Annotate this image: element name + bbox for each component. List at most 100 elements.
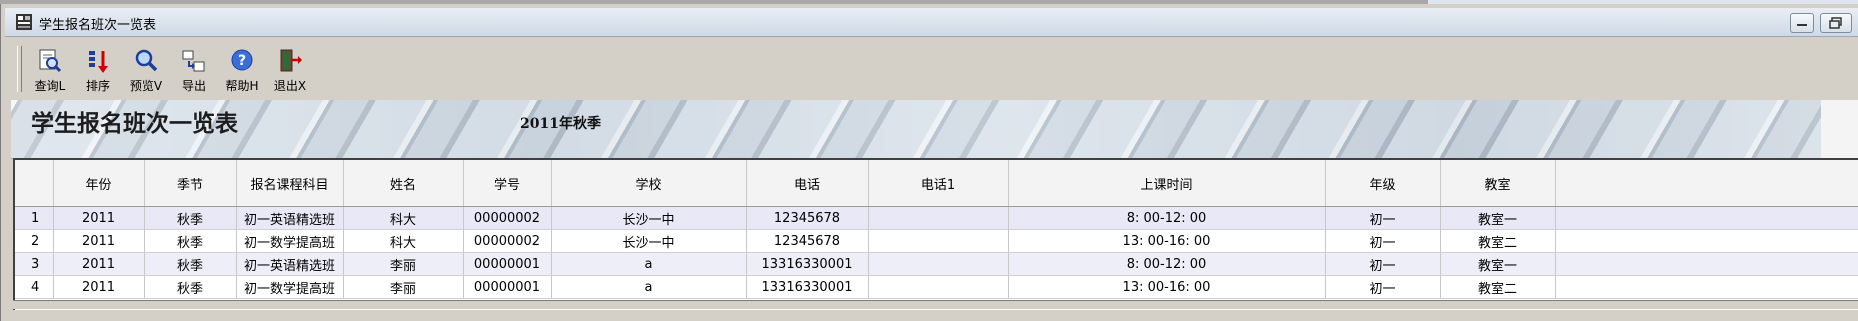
column-header-season[interactable]: 季节: [144, 160, 237, 207]
cell-year[interactable]: 2011: [53, 252, 145, 276]
cell-classroom[interactable]: 教室一: [1440, 252, 1556, 276]
exit-button[interactable]: 退出X: [265, 46, 315, 94]
cell-classroom[interactable]: 教室二: [1440, 229, 1556, 253]
table-row[interactable]: 3 2011 秋季 初一英语精选班 李丽 00000001 a 13316330…: [15, 252, 1858, 276]
cell-season[interactable]: 秋季: [144, 206, 237, 230]
cell-course[interactable]: 初一英语精选班: [236, 252, 344, 276]
cell-class-time[interactable]: 13: 00-16: 00: [1008, 229, 1326, 253]
cell-season[interactable]: 秋季: [144, 275, 237, 299]
cell-season[interactable]: 秋季: [144, 229, 237, 253]
cell-name[interactable]: 李丽: [343, 252, 464, 276]
cell-student-id[interactable]: 00000002: [463, 229, 552, 253]
cell-phone[interactable]: 13316330001: [746, 275, 869, 299]
cell-classroom[interactable]: 教室二: [1440, 275, 1556, 299]
column-header-school[interactable]: 学校: [551, 160, 747, 207]
column-header-student-id[interactable]: 学号: [463, 160, 552, 207]
export-icon: [182, 50, 205, 72]
column-header-course[interactable]: 报名课程科目: [236, 160, 344, 207]
cell-phone1[interactable]: [868, 275, 1009, 299]
title-bar: 学生报名班次一览表: [5, 8, 1858, 37]
cell-student-id[interactable]: 00000001: [463, 252, 552, 276]
cell-rownum: 1: [15, 206, 54, 230]
sort-label: 排序: [85, 79, 110, 93]
cell-student-id[interactable]: 00000001: [463, 275, 552, 299]
cell-extra[interactable]: [1555, 252, 1858, 276]
svg-text:?: ?: [238, 53, 246, 69]
minimize-button[interactable]: [1790, 13, 1814, 33]
cell-course[interactable]: 初一英语精选班: [236, 206, 344, 230]
cell-phone1[interactable]: [868, 206, 1009, 230]
sort-icon: [89, 51, 108, 73]
table-row[interactable]: 1 2011 秋季 初一英语精选班 科大 00000002 长沙一中 12345…: [15, 206, 1858, 230]
cell-extra[interactable]: [1555, 206, 1858, 230]
cell-extra[interactable]: [1555, 229, 1858, 253]
window-title: 学生报名班次一览表: [39, 18, 157, 33]
app-icon: [16, 14, 32, 30]
query-label: 查询L: [34, 79, 66, 93]
cell-class-time[interactable]: 13: 00-16: 00: [1008, 275, 1326, 299]
column-header-extra[interactable]: [1555, 160, 1858, 207]
table-row[interactable]: 2 2011 秋季 初一数学提高班 科大 00000002 长沙一中 12345…: [15, 229, 1858, 253]
cell-school[interactable]: a: [551, 275, 747, 299]
column-header-phone1[interactable]: 电话1: [868, 160, 1009, 207]
cell-school[interactable]: a: [551, 252, 747, 276]
query-button[interactable]: 查询L: [25, 46, 75, 94]
help-label: 帮助H: [225, 79, 259, 93]
cell-season[interactable]: 秋季: [144, 252, 237, 276]
column-header-grade[interactable]: 年级: [1325, 160, 1441, 207]
table-row[interactable]: 4 2011 秋季 初一数学提高班 李丽 00000001 a 13316330…: [15, 275, 1858, 299]
cell-phone[interactable]: 12345678: [746, 206, 869, 230]
cell-rownum: 2: [15, 229, 54, 253]
data-grid[interactable]: 年份 季节 报名课程科目 姓名 学号 学校 电话 电话1 上课时间 年级 教室 …: [13, 158, 1858, 310]
cell-extra[interactable]: [1555, 275, 1858, 299]
column-header-classroom[interactable]: 教室: [1440, 160, 1556, 207]
grid-footer: [13, 300, 1858, 309]
cell-class-time[interactable]: 8: 00-12: 00: [1008, 206, 1326, 230]
cell-phone1[interactable]: [868, 229, 1009, 253]
cell-school[interactable]: 长沙一中: [551, 206, 747, 230]
cell-grade[interactable]: 初一: [1325, 229, 1441, 253]
cell-grade[interactable]: 初一: [1325, 275, 1441, 299]
exit-label: 退出X: [273, 79, 307, 93]
export-button[interactable]: 导出: [169, 46, 219, 94]
column-header-phone[interactable]: 电话: [746, 160, 869, 207]
cell-course[interactable]: 初一数学提高班: [236, 275, 344, 299]
cell-course[interactable]: 初一数学提高班: [236, 229, 344, 253]
cell-phone[interactable]: 13316330001: [746, 252, 869, 276]
cell-school[interactable]: 长沙一中: [551, 229, 747, 253]
cell-name[interactable]: 科大: [343, 206, 464, 230]
cell-grade[interactable]: 初一: [1325, 252, 1441, 276]
cell-student-id[interactable]: 00000002: [463, 206, 552, 230]
toolbar-grip[interactable]: [17, 46, 22, 92]
student-enrollment-table: 年份 季节 报名课程科目 姓名 学号 学校 电话 电话1 上课时间 年级 教室 …: [15, 160, 1858, 299]
query-icon: [39, 49, 62, 73]
cell-grade[interactable]: 初一: [1325, 206, 1441, 230]
restore-button[interactable]: [1820, 13, 1852, 33]
export-label: 导出: [181, 79, 206, 93]
help-icon: ?: [231, 49, 253, 71]
cell-phone1[interactable]: [868, 252, 1009, 276]
cell-phone[interactable]: 12345678: [746, 229, 869, 253]
toolbar: 查询L 排序 预览V 导出 ? 帮助H 退出X: [17, 44, 1858, 96]
column-header-rownum[interactable]: [15, 160, 54, 207]
cell-name[interactable]: 科大: [343, 229, 464, 253]
cell-classroom[interactable]: 教室一: [1440, 206, 1556, 230]
cell-year[interactable]: 2011: [53, 275, 145, 299]
column-header-year[interactable]: 年份: [53, 160, 145, 207]
report-header-banner: 学生报名班次一览表 2011年秋季: [11, 100, 1821, 159]
minimize-icon: [1797, 24, 1807, 26]
preview-button[interactable]: 预览V: [121, 46, 171, 94]
column-header-name[interactable]: 姓名: [343, 160, 464, 207]
cell-rownum: 3: [15, 252, 54, 276]
sort-button[interactable]: 排序: [73, 46, 123, 94]
report-window: 学生报名班次一览表 查询L 排序 预览V 导出 ? 帮助H 退出X 学生报名班次…: [0, 4, 1858, 321]
column-header-class-time[interactable]: 上课时间: [1008, 160, 1326, 207]
restore-icon: [1829, 17, 1842, 29]
cell-year[interactable]: 2011: [53, 229, 145, 253]
help-button[interactable]: ? 帮助H: [217, 46, 267, 94]
table-header-row: 年份 季节 报名课程科目 姓名 学号 学校 电话 电话1 上课时间 年级 教室: [15, 160, 1858, 207]
report-season: 2011年秋季: [520, 116, 601, 132]
cell-name[interactable]: 李丽: [343, 275, 464, 299]
cell-year[interactable]: 2011: [53, 206, 145, 230]
cell-class-time[interactable]: 8: 00-12: 00: [1008, 252, 1326, 276]
